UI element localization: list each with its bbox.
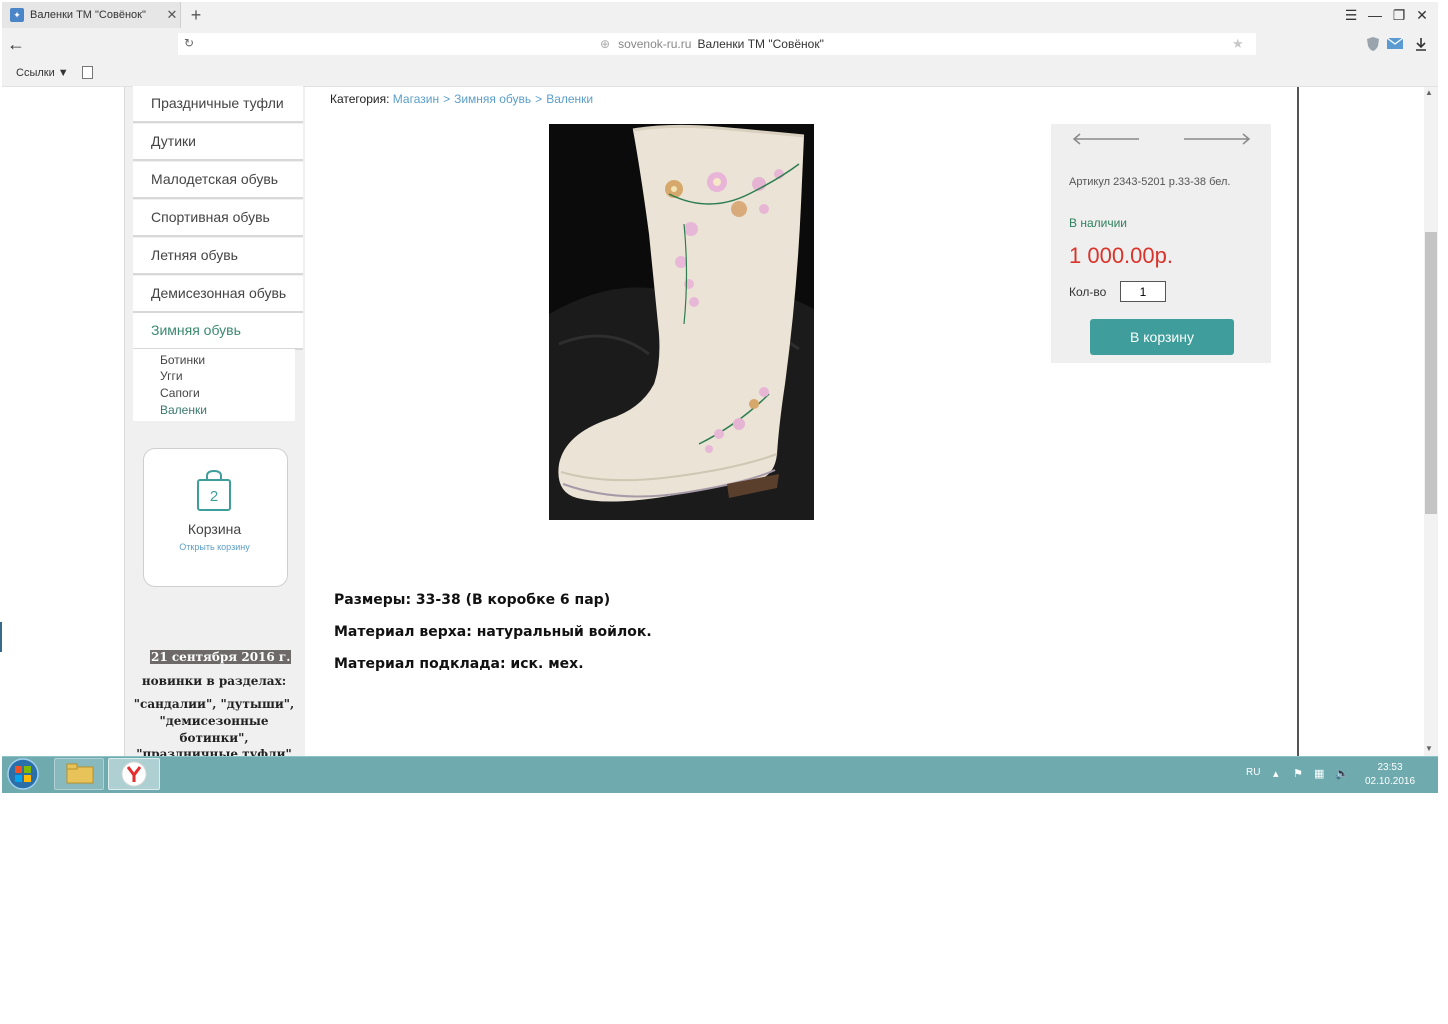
- breadcrumb-link-shop[interactable]: Магазин: [393, 92, 439, 106]
- network-icon[interactable]: ▦: [1314, 767, 1324, 780]
- flag-icon[interactable]: ⚑: [1293, 767, 1303, 780]
- shopping-bag-icon[interactable]: 2: [195, 468, 233, 512]
- tab-close-icon[interactable]: ✕: [164, 7, 180, 23]
- clock[interactable]: 23:53 02.10.2016: [1352, 761, 1428, 789]
- browser-tab-bar: [2, 2, 1438, 30]
- folder-icon: [66, 763, 94, 784]
- cart-count: 2: [210, 488, 218, 505]
- reload-icon[interactable]: ↻: [184, 36, 194, 50]
- download-icon[interactable]: [1414, 37, 1428, 51]
- clock-time: 23:53: [1377, 762, 1403, 773]
- submenu: [133, 349, 295, 421]
- globe-icon: ⊕: [600, 37, 611, 51]
- breadcrumb-label: Категория:: [330, 92, 390, 106]
- menu-item-holiday-shoes[interactable]: Праздничные туфли: [133, 86, 303, 123]
- submenu-item-valenki[interactable]: Валенки: [160, 402, 207, 418]
- description-line: Размеры: 33-38 (В коробке 6 пар): [334, 592, 611, 608]
- content-divider: [1297, 87, 1299, 756]
- yandex-browser-icon: [121, 761, 147, 787]
- tray-expand-icon[interactable]: ▴: [1273, 767, 1279, 780]
- submenu-item-sapogi[interactable]: Сапоги: [160, 385, 200, 401]
- tab-title: Валенки ТМ "Совёнок": [30, 9, 146, 21]
- shield-icon[interactable]: [1365, 36, 1381, 52]
- keyboard-language[interactable]: RU: [1246, 767, 1260, 778]
- description-line: Материал верха: натуральный войлок.: [334, 624, 652, 640]
- previous-arrow-icon[interactable]: [1071, 132, 1141, 146]
- menu-item-demiseason-shoes[interactable]: Демисезонная обувь: [133, 276, 303, 313]
- scrollbar-thumb[interactable]: [1425, 232, 1437, 514]
- breadcrumb-link-winter[interactable]: Зимняя обувь: [454, 92, 531, 106]
- submenu-item-uggi[interactable]: Угги: [160, 368, 183, 384]
- new-tab-button[interactable]: +: [186, 4, 206, 26]
- volume-icon[interactable]: 🔈: [1335, 767, 1349, 780]
- news-line: "праздничные туфли": [136, 747, 292, 756]
- bookmarks-links-menu[interactable]: Ссылки ▼: [16, 67, 69, 79]
- breadcrumb: Категория: Магазин > Зимняя обувь > Валенки: [330, 92, 593, 106]
- browser-menu-icon[interactable]: ☰: [1340, 6, 1362, 24]
- news-line: "демисезонные: [159, 714, 269, 728]
- windows-start-icon[interactable]: [4, 757, 42, 791]
- menu-item-toddler-shoes[interactable]: Малодетская обувь: [133, 162, 303, 199]
- left-edge-marker: [0, 622, 2, 652]
- availability-status: В наличии: [1069, 216, 1128, 230]
- cart-title[interactable]: Корзина: [143, 521, 286, 537]
- menu-item-sport-shoes[interactable]: Спортивная обувь: [133, 200, 303, 237]
- close-window-icon[interactable]: ✕: [1411, 6, 1433, 24]
- open-cart-link[interactable]: Открыть корзину: [143, 542, 286, 552]
- document-icon[interactable]: [82, 66, 93, 79]
- address-domain: sovenok-ru.ru: [618, 37, 692, 51]
- address-page-title: Валенки ТМ "Совёнок": [697, 37, 824, 51]
- address-text[interactable]: ⊕ sovenok-ru.ru Валенки ТМ "Совёнок": [600, 37, 824, 51]
- next-arrow-icon[interactable]: [1182, 132, 1252, 146]
- bookmark-star-icon[interactable]: ★: [1232, 36, 1244, 52]
- quantity-label: Кол-во: [1069, 285, 1107, 299]
- menu-item-winter-shoes[interactable]: Зимняя обувь: [133, 313, 303, 350]
- scroll-up-icon[interactable]: ▲: [1425, 88, 1433, 97]
- menu-item-dutiki[interactable]: Дутики: [133, 124, 303, 161]
- back-arrow-icon[interactable]: ←: [6, 33, 26, 55]
- browser-tab[interactable]: ✦ Валенки ТМ "Совёнок" ✕: [2, 2, 181, 28]
- product-price: 1 000.00р.: [1069, 243, 1173, 268]
- menu-item-summer-shoes[interactable]: Летняя обувь: [133, 238, 303, 275]
- scroll-down-icon[interactable]: ▼: [1425, 744, 1433, 753]
- bookmarks-bar: [2, 60, 1438, 87]
- minimize-icon[interactable]: —: [1364, 6, 1386, 24]
- breadcrumb-link-valenki[interactable]: Валенки: [546, 92, 593, 106]
- restore-icon[interactable]: ❐: [1388, 6, 1410, 24]
- product-image[interactable]: [549, 124, 814, 520]
- news-line: новинки в разделах:: [141, 674, 287, 688]
- breadcrumb-separator: >: [443, 92, 451, 106]
- breadcrumb-separator: >: [535, 92, 543, 106]
- news-date: 21 сентября 2016 г.: [150, 650, 292, 664]
- owl-favicon-icon: ✦: [10, 8, 24, 22]
- mail-icon[interactable]: [1386, 37, 1404, 50]
- clock-date: 02.10.2016: [1364, 776, 1416, 787]
- taskbar: [2, 756, 1438, 793]
- product-sku: Артикул 2343-5201 р.33-38 бел.: [1069, 176, 1231, 188]
- description-line: Материал подклада: иск. мех.: [334, 656, 584, 672]
- taskbar-yandex-button[interactable]: [108, 758, 160, 790]
- news-line: "сандалии", "дутыши",: [133, 697, 295, 711]
- taskbar-explorer-button[interactable]: [54, 758, 104, 790]
- news-line: ботинки",: [179, 731, 249, 745]
- add-to-cart-button[interactable]: В корзину: [1090, 319, 1234, 355]
- submenu-item-botinki[interactable]: Ботинки: [160, 352, 205, 368]
- quantity-input[interactable]: [1120, 281, 1166, 302]
